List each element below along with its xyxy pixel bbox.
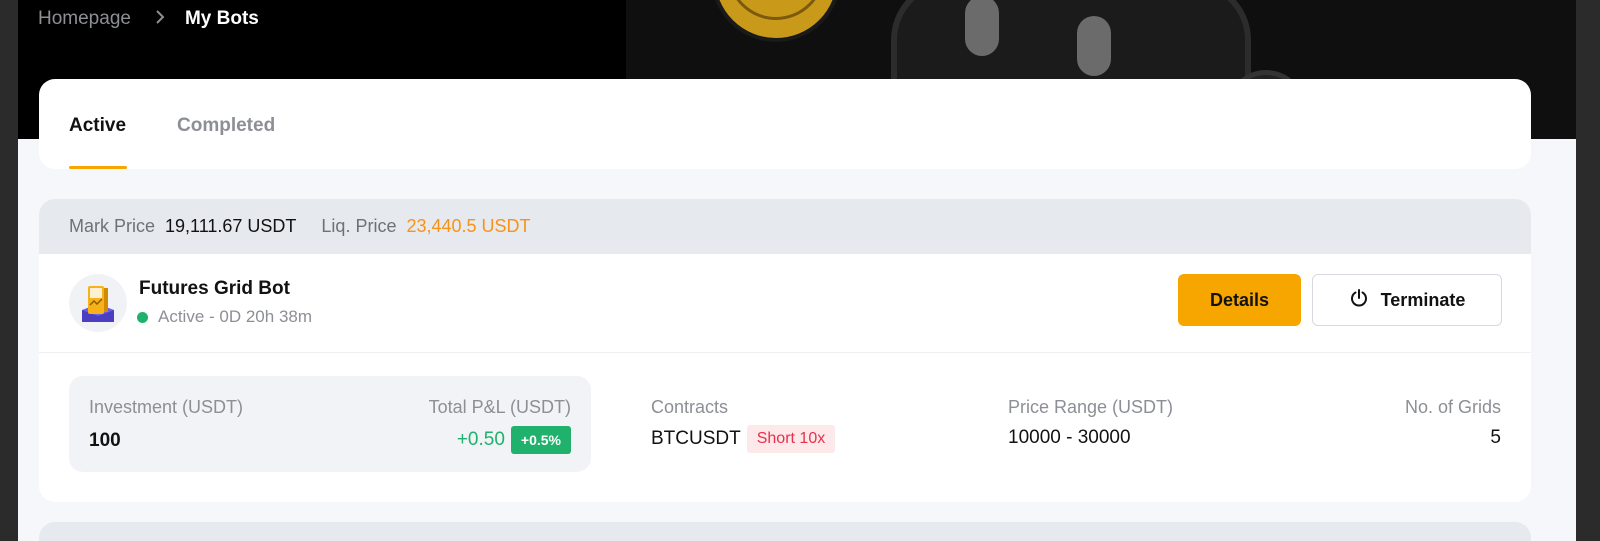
coin-illustration (711, 0, 841, 42)
contracts-label: Contracts (651, 397, 729, 417)
mark-price-value: 19,111.67 USDT (165, 216, 297, 236)
investment-box: Investment (USDT) 100 Total P&L (USDT) +… (69, 376, 591, 472)
grid-bot-avatar-icon (69, 274, 127, 332)
liq-price-value: 23,440.5 USDT (406, 216, 531, 236)
bot-header: Futures Grid Bot Active - 0D 20h 38m Det… (39, 254, 1531, 353)
tab-active[interactable]: Active (69, 115, 126, 137)
robot-eye (1077, 16, 1111, 76)
pnl-row: +0.50 +0.5% (457, 426, 571, 454)
liq-price-label: Liq. Price (321, 216, 397, 236)
bot-status: Active - 0D 20h 38m (137, 307, 312, 327)
contracts-row: BTCUSDT Short 10x (651, 425, 836, 453)
chevron-right-icon (155, 8, 165, 31)
coin-inner-ring (727, 0, 825, 20)
contracts-value: BTCUSDT (651, 428, 741, 449)
mark-price-label: Mark Price (69, 216, 156, 236)
bot-card: Mark Price 19,111.67 USDT Liq. Price 23,… (39, 199, 1531, 502)
tab-completed[interactable]: Completed (177, 115, 275, 137)
pnl-value: +0.50 (456, 429, 505, 450)
investment-label: Investment (USDT) (89, 397, 244, 417)
breadcrumb-home-link[interactable]: Homepage (38, 8, 131, 30)
tabs-card: Active Completed (39, 79, 1531, 169)
status-dot-icon (137, 311, 148, 323)
price-range-value: 10000 - 30000 (1008, 427, 1131, 448)
grids-label: No. of Grids (1404, 397, 1501, 417)
terminate-label: Terminate (1380, 289, 1466, 310)
bot-stats: Investment (USDT) 100 Total P&L (USDT) +… (39, 353, 1531, 502)
next-bot-card (39, 522, 1531, 541)
pnl-percent-badge: +0.5% (510, 426, 571, 454)
details-button[interactable]: Details (1178, 274, 1301, 326)
bot-status-text: Active - 0D 20h 38m (158, 307, 313, 326)
price-range-label: Price Range (USDT) (1008, 397, 1174, 417)
investment-value: 100 (89, 430, 121, 451)
app-frame: Homepage My Bots Active Completed Mark P… (18, 0, 1576, 541)
terminate-button[interactable]: Terminate (1312, 274, 1502, 326)
active-tab-indicator (69, 166, 127, 169)
breadcrumb-current: My Bots (184, 8, 259, 29)
breadcrumb: Homepage My Bots (38, 8, 259, 30)
power-icon (1349, 288, 1369, 313)
grids-value: 5 (1490, 427, 1501, 448)
pnl-label: Total P&L (USDT) (428, 397, 571, 417)
robot-eye (965, 0, 999, 56)
position-side-badge: Short 10x (746, 425, 836, 453)
price-bar: Mark Price 19,111.67 USDT Liq. Price 23,… (39, 199, 1531, 254)
bot-name: Futures Grid Bot (139, 278, 290, 299)
